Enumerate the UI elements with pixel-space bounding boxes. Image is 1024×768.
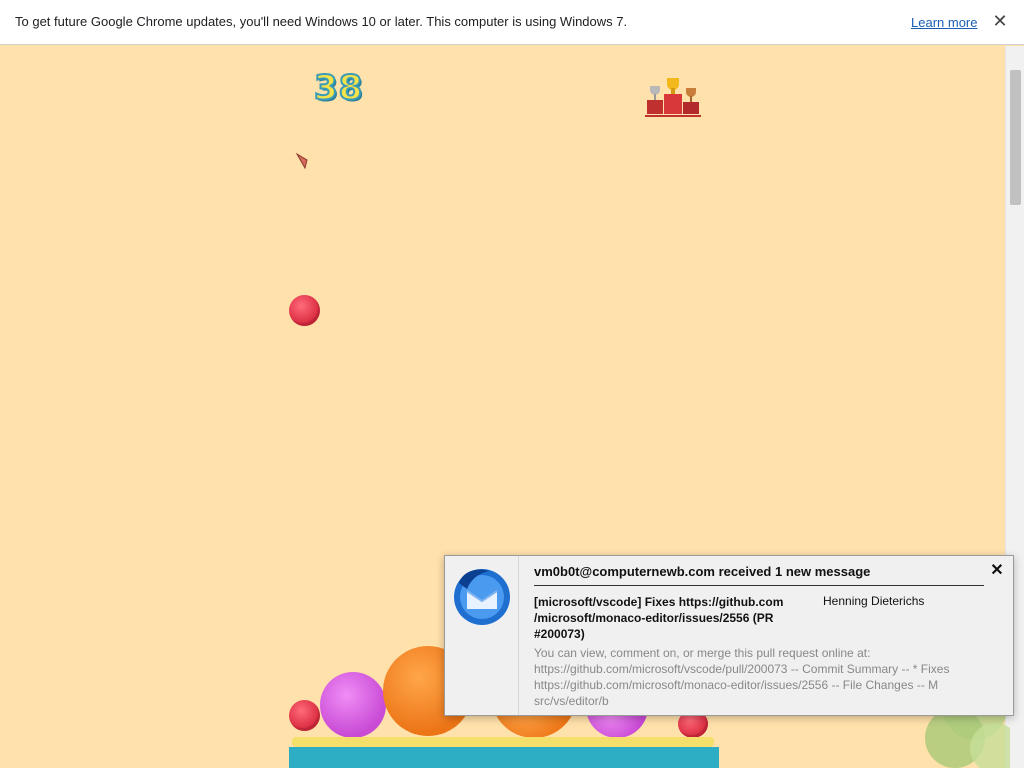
infobar-close-button[interactable]: ✕ — [990, 11, 1010, 31]
falling-strawberry — [289, 295, 320, 326]
score-display: 38 — [313, 67, 364, 109]
grape-fruit — [320, 672, 386, 738]
thunderbird-icon — [454, 569, 510, 625]
scrollbar-thumb[interactable] — [1010, 70, 1021, 205]
learn-more-link[interactable]: Learn more — [911, 15, 977, 30]
notification-title: vm0b0t@computernewb.com received 1 new m… — [534, 564, 871, 579]
message-sender: Henning Dieterichs — [823, 594, 925, 608]
notification-close-button[interactable]: ✕ — [988, 562, 1006, 580]
notification-divider — [534, 585, 984, 586]
strawberry-fruit — [289, 700, 320, 731]
game-floor — [292, 737, 714, 747]
notification-icon-column — [445, 556, 519, 715]
chrome-update-infobar: To get future Google Chrome updates, you… — [0, 0, 1024, 45]
podium-trophy-icon[interactable] — [645, 74, 701, 118]
cursor-pointer-icon — [295, 152, 308, 170]
message-preview[interactable]: You can view, comment on, or merge this … — [534, 645, 974, 709]
message-subject[interactable]: [microsoft/vscode] Fixes https://github.… — [534, 594, 794, 642]
new-mail-notification[interactable]: vm0b0t@computernewb.com received 1 new m… — [444, 555, 1014, 716]
infobar-message: To get future Google Chrome updates, you… — [15, 14, 628, 29]
game-base — [289, 747, 719, 768]
